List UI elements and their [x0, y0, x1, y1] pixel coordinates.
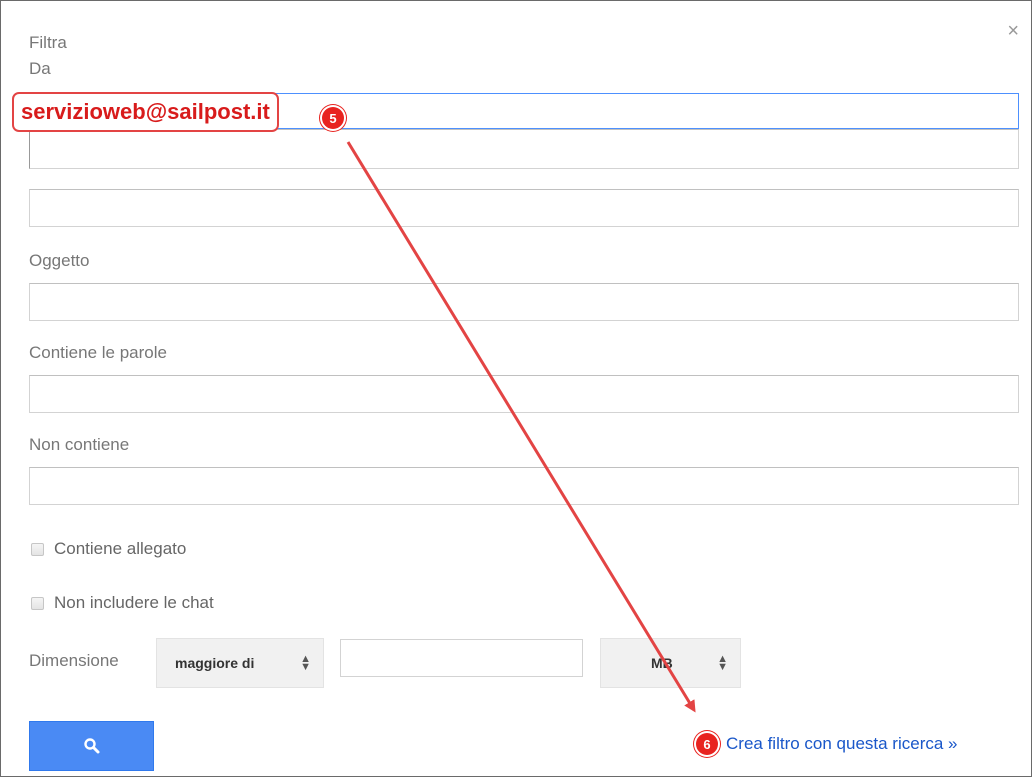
to-input[interactable] [29, 129, 1019, 169]
size-operator-value: maggiore di [175, 655, 255, 671]
size-unit-value: MB [651, 655, 673, 671]
from-label: Da [29, 59, 51, 78]
close-icon[interactable]: × [1007, 21, 1019, 41]
size-label: Dimensione [29, 651, 119, 670]
exclude-chats-row[interactable]: Non includere le chat [31, 593, 214, 613]
has-attachment-checkbox[interactable] [31, 542, 44, 556]
subject-input[interactable] [29, 283, 1019, 321]
size-value-input[interactable] [340, 639, 583, 677]
search-button[interactable] [29, 721, 154, 771]
no-words-label: Non contiene [29, 435, 130, 454]
dialog-title: Filtra [29, 33, 67, 52]
updown-arrows-icon: ▲ ▼ [300, 653, 311, 673]
has-words-input[interactable] [29, 375, 1019, 413]
size-unit-select[interactable]: MB ▲ ▼ [600, 638, 741, 688]
has-attachment-row[interactable]: Contiene allegato [31, 539, 186, 559]
exclude-chats-label: Non includere le chat [54, 593, 214, 612]
exclude-chats-checkbox[interactable] [31, 596, 44, 610]
create-filter-link[interactable]: Crea filtro con questa ricerca » [726, 734, 958, 754]
has-words-label: Contiene le parole [29, 343, 167, 362]
subject-label: Oggetto [29, 251, 90, 270]
search-icon [83, 738, 99, 754]
step-badge-6: 6 [696, 733, 718, 755]
no-words-input[interactable] [29, 467, 1019, 505]
size-operator-select[interactable]: maggiore di ▲ ▼ [156, 638, 324, 688]
has-attachment-label: Contiene allegato [54, 539, 187, 558]
extra-input[interactable] [29, 189, 1019, 227]
updown-arrows-icon: ▲ ▼ [717, 653, 728, 673]
annotation-callout: servizioweb@sailpost.it [12, 92, 279, 132]
step-badge-5: 5 [322, 107, 344, 129]
